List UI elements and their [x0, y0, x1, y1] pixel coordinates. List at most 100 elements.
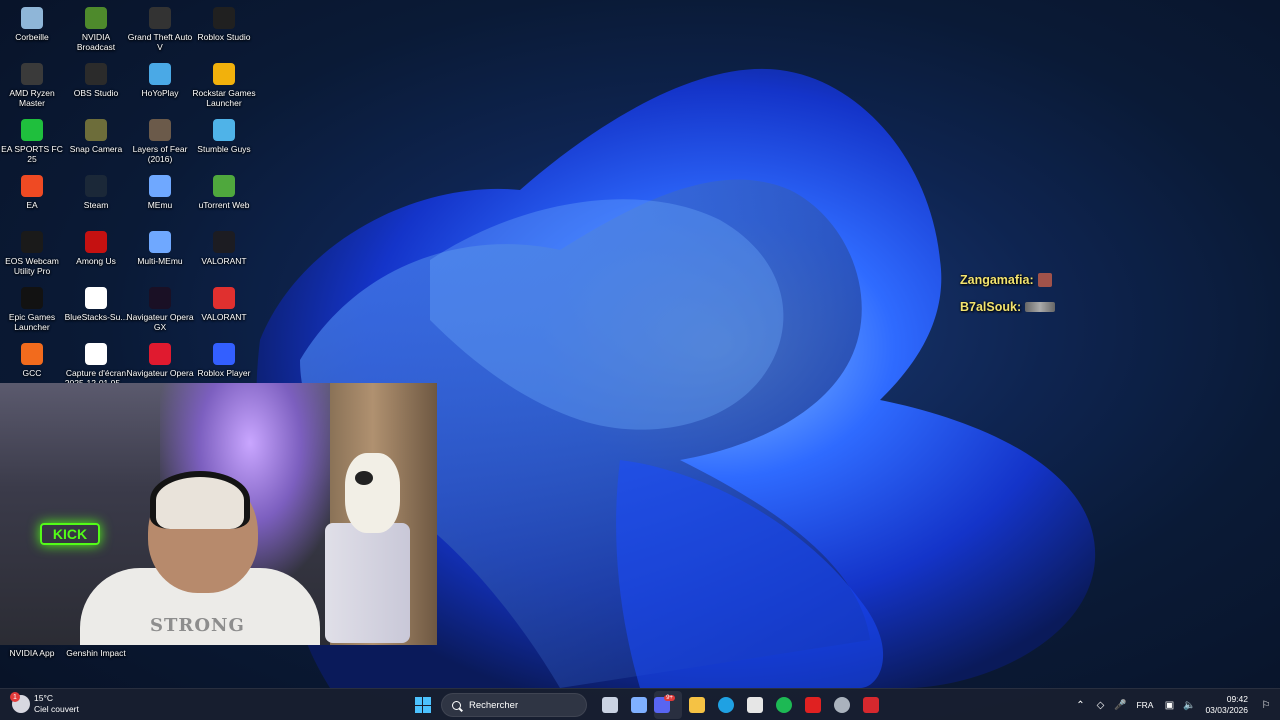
- search-placeholder: Rechercher: [469, 699, 519, 711]
- desktop-shortcut[interactable]: uTorrent Web: [192, 172, 256, 228]
- taskbar-app-button[interactable]: [712, 691, 740, 719]
- desktop-shortcut[interactable]: Among Us: [64, 228, 128, 284]
- desktop-shortcut[interactable]: NVIDIA Broadcast: [64, 4, 128, 60]
- taskbar-clock[interactable]: 09:42 03/03/2026: [1205, 694, 1248, 716]
- ea-fc-icon: [21, 119, 43, 141]
- ea-icon: [21, 175, 43, 197]
- desktop-shortcut-label: Steam: [83, 200, 109, 210]
- network-icon[interactable]: ◇: [1090, 695, 1110, 715]
- utorrent-icon: [213, 175, 235, 197]
- microphone-icon[interactable]: 🎤: [1110, 695, 1130, 715]
- desktop-shortcut-label: Rockstar Games Launcher: [192, 88, 256, 108]
- desktop-shortcut[interactable]: BlueStacks-Su...: [64, 284, 128, 340]
- desktop-shortcut[interactable]: EOS Webcam Utility Pro: [0, 228, 64, 284]
- desktop-shortcut-label: Epic Games Launcher: [8, 312, 56, 332]
- desktop-shortcut[interactable]: VALORANT: [192, 228, 256, 284]
- streamer-cap: [150, 471, 250, 529]
- desktop-shortcut[interactable]: Layers of Fear (2016): [128, 116, 192, 172]
- start-button[interactable]: [409, 691, 437, 719]
- system-tray: ⌃ ◇ 🎤 FRA ▣ 🔈 09:42 03/03/2026 ⚐: [1070, 689, 1280, 720]
- taskbar-app-button[interactable]: [625, 691, 653, 719]
- eos-webcam-icon: [21, 231, 43, 253]
- taskbar-app-button[interactable]: [799, 691, 827, 719]
- notification-bell-icon[interactable]: ⚐: [1256, 695, 1276, 715]
- desktop-shortcut[interactable]: Corbeille: [0, 4, 64, 60]
- weather-widget[interactable]: 1 15°C Ciel couvert: [10, 692, 79, 715]
- multi-memu-icon: [149, 231, 171, 253]
- roblox-studio-icon: [213, 7, 235, 29]
- desktop-shortcut-label: BlueStacks-Su...: [64, 312, 128, 322]
- desktop-shortcut-label: Multi-MEmu: [137, 256, 183, 266]
- desktop-shortcut-label: NVIDIA App: [9, 648, 55, 658]
- taskbar-app-button[interactable]: [770, 691, 798, 719]
- opera-icon: [149, 343, 171, 365]
- copilot-icon: [630, 697, 647, 713]
- taskbar-app-button[interactable]: [683, 691, 711, 719]
- desktop-shortcut[interactable]: Navigateur Opera GX: [126, 284, 194, 340]
- cloud-icon: 1: [10, 692, 30, 713]
- taskbar-app-button[interactable]: 9+: [653, 691, 682, 719]
- memu-icon: [149, 175, 171, 197]
- desktop-shortcut[interactable]: VALORANT: [192, 284, 256, 340]
- desktop-shortcut[interactable]: Epic Games Launcher: [0, 284, 64, 340]
- desktop-shortcut[interactable]: OBS Studio: [64, 60, 128, 116]
- desktop-shortcut-label: HoYoPlay: [141, 88, 179, 98]
- taskbar-app-button[interactable]: [596, 691, 624, 719]
- recycle-bin-icon: [21, 7, 43, 29]
- chat-emote-icon: [1025, 302, 1056, 312]
- desktop-shortcut[interactable]: Grand Theft Auto V: [128, 4, 192, 60]
- adobe-icon: [804, 697, 821, 713]
- desktop-shortcut-label: Navigateur Opera: [126, 368, 194, 378]
- desktop-shortcut-label: EOS Webcam Utility Pro: [5, 256, 59, 276]
- desktop-shortcut-label: Corbeille: [15, 32, 49, 42]
- weather-desc: Ciel couvert: [34, 704, 79, 714]
- desktop-shortcut-label: Stumble Guys: [197, 144, 251, 154]
- desktop-shortcut-label: AMD Ryzen Master: [9, 88, 55, 108]
- kick-neon-sign: KICK: [40, 523, 100, 545]
- chrome-icon: [833, 697, 850, 713]
- volume-icon[interactable]: 🔈: [1179, 695, 1199, 715]
- amd-ryzen-master-icon: [21, 63, 43, 85]
- taskbar-center: Rechercher 9+: [408, 689, 885, 720]
- chevron-up-icon[interactable]: ⌃: [1070, 695, 1090, 715]
- wifi-icon[interactable]: ▣: [1159, 695, 1179, 715]
- clock-time: 09:42: [1226, 694, 1248, 704]
- taskbar-pinned-apps: 9+: [595, 691, 885, 719]
- cow-plush-spot: [355, 471, 373, 485]
- taskbar-app-button[interactable]: [828, 691, 856, 719]
- taskbar-app-button[interactable]: [857, 691, 885, 719]
- taskbar-search[interactable]: Rechercher: [441, 693, 587, 717]
- epic-games-icon: [21, 287, 43, 309]
- desktop-shortcut[interactable]: Multi-MEmu: [128, 228, 192, 284]
- desktop-shortcut-label: GCC: [22, 368, 42, 378]
- desktop-shortcut-label: EA: [26, 200, 38, 210]
- language-indicator[interactable]: FRA: [1136, 700, 1153, 710]
- desktop-shortcut[interactable]: Roblox Studio: [192, 4, 256, 60]
- desktop-shortcut[interactable]: Steam: [64, 172, 128, 228]
- desktop-shortcut[interactable]: MEmu: [128, 172, 192, 228]
- desktop-shortcut-label: OBS Studio: [73, 88, 119, 98]
- desktop-shortcut-label: Genshin Impact: [66, 648, 126, 658]
- chat-message: B7alSouk:: [960, 297, 1056, 317]
- discord-notification-badge: 9+: [664, 695, 675, 701]
- gta-v-icon: [149, 7, 171, 29]
- desktop-shortcut-label: EA SPORTS FC 25: [1, 144, 63, 164]
- desktop-shortcut[interactable]: Stumble Guys: [192, 116, 256, 172]
- desktop-shortcut[interactable]: AMD Ryzen Master: [0, 60, 64, 116]
- stream-chat-overlay: Zangamafia: B7alSouk:: [960, 270, 1056, 324]
- desktop-shortcut[interactable]: HoYoPlay: [128, 60, 192, 116]
- taskbar-app-button[interactable]: [741, 691, 769, 719]
- desktop-shortcut-label: Snap Camera: [69, 144, 123, 154]
- microsoft-store-icon: [746, 697, 763, 713]
- desktop-shortcut[interactable]: EA SPORTS FC 25: [0, 116, 64, 172]
- among-us-icon: [85, 231, 107, 253]
- nvidia-broadcast-icon: [85, 7, 107, 29]
- desktop-shortcut[interactable]: Snap Camera: [64, 116, 128, 172]
- desktop-shortcut-label: MEmu: [147, 200, 173, 210]
- rockstar-launcher-icon: [213, 63, 235, 85]
- taskbar: 1 15°C Ciel couvert Rechercher 9+ ⌃ ◇ 🎤 …: [0, 688, 1280, 720]
- cow-plush: [345, 453, 400, 533]
- desktop-shortcut[interactable]: EA: [0, 172, 64, 228]
- desktop-shortcut[interactable]: Rockstar Games Launcher: [192, 60, 256, 116]
- desktop-shortcut-label: Navigateur Opera GX: [126, 312, 194, 332]
